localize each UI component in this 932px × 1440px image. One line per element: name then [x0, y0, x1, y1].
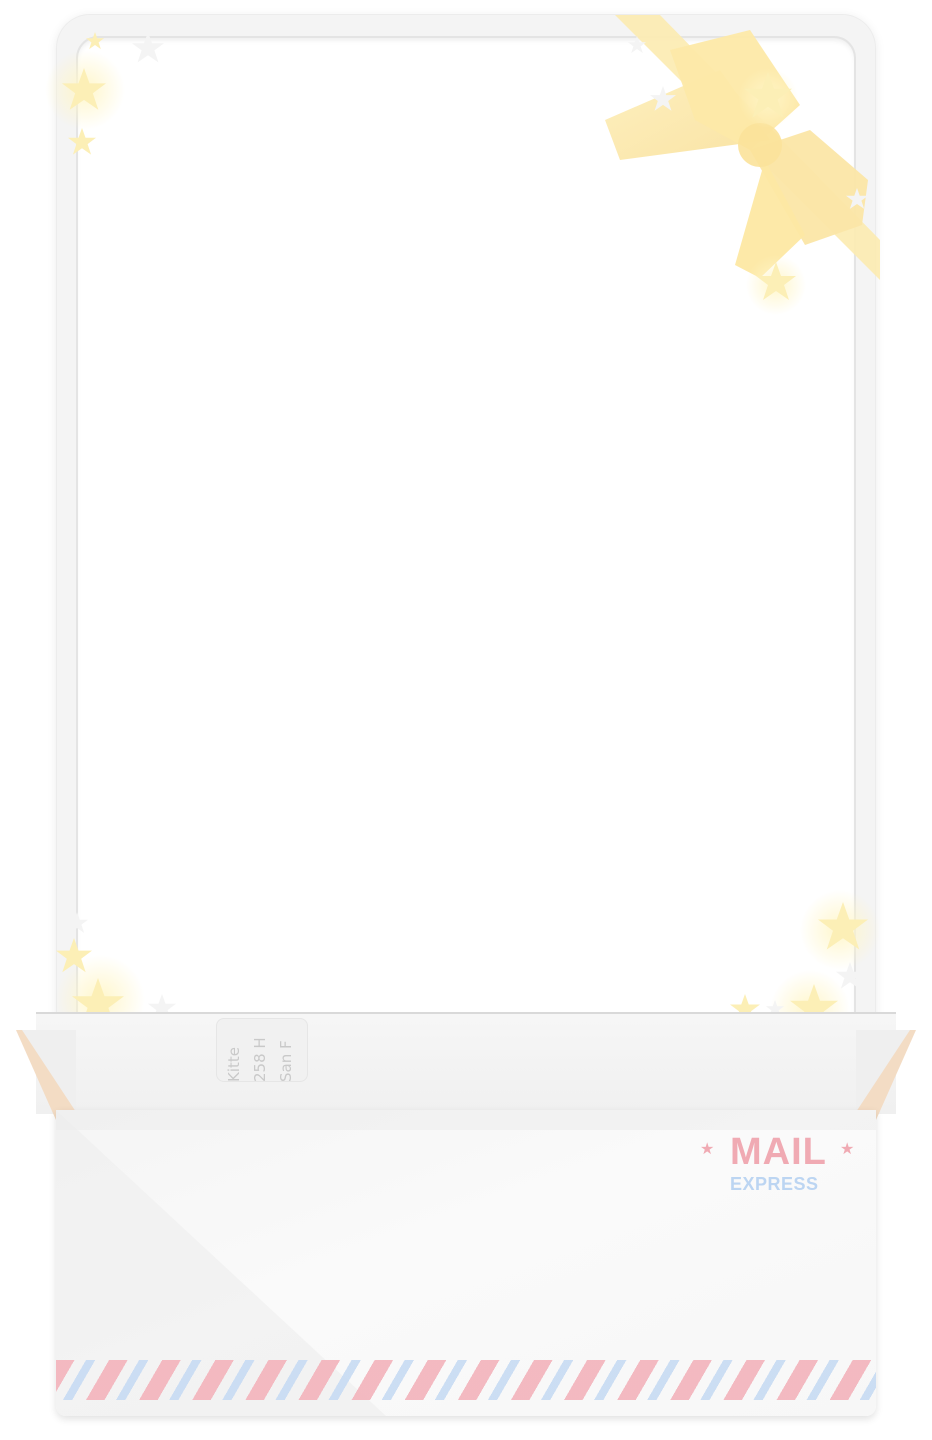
mail-subtitle: EXPRESS: [730, 1174, 819, 1194]
mail-title: MAIL: [730, 1131, 827, 1173]
envelope-flap-right: [856, 1030, 916, 1120]
envelope-front: ★ MAIL ★ EXPRESS: [56, 1110, 876, 1416]
star-icon-left: ★: [700, 1141, 715, 1158]
photo-area[interactable]: [76, 36, 856, 1084]
airmail-stripes: [56, 1360, 876, 1400]
envelope-flap-left: [16, 1030, 76, 1120]
address-line-1: Kitte: [225, 1047, 243, 1082]
address-line-2: 258 H: [251, 1037, 269, 1082]
photo-frame-stage: Kitte 258 H San F ★ MAIL ★ EXPRESS: [0, 0, 932, 1440]
star-icon-right: ★: [840, 1141, 855, 1158]
photo-card-frame: [56, 14, 876, 1104]
address-label: Kitte 258 H San F: [216, 1018, 308, 1082]
address-line-3: San F: [277, 1040, 295, 1082]
envelope-back: [36, 1012, 896, 1114]
